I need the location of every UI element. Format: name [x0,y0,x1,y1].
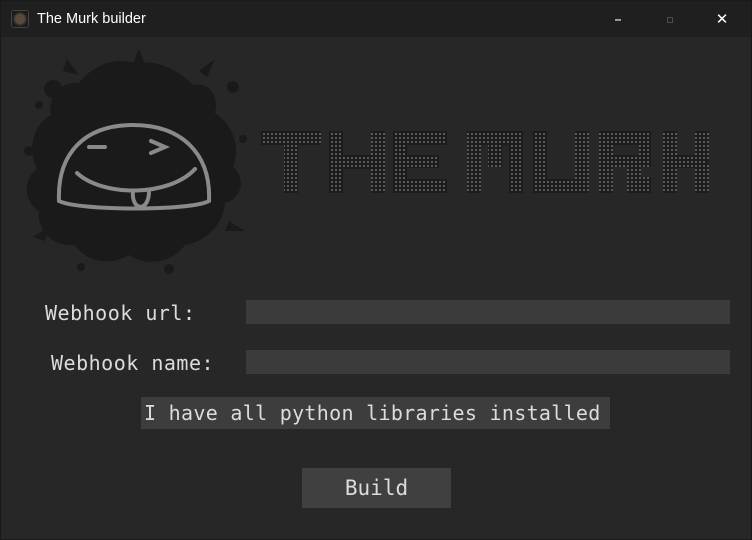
app-window: The Murk builder – ▫ ✕ Webhook url: Webh… [0,0,752,540]
minimize-button[interactable]: – [595,1,641,37]
maximize-button[interactable]: ▫ [647,1,693,37]
close-button[interactable]: ✕ [699,1,745,37]
main-content: Webhook url: Webhook name: I have all py… [1,37,751,539]
webhook-url-input[interactable] [246,300,730,324]
window-title: The Murk builder [37,11,146,27]
libraries-installed-checkbox[interactable]: I have all python libraries installed [141,397,610,429]
murk-title-logo [261,131,709,193]
build-button[interactable]: Build [302,468,451,508]
webhook-url-label: Webhook url: [45,301,196,325]
webhook-name-input[interactable] [246,350,730,374]
webhook-name-label: Webhook name: [51,351,215,375]
title-bar[interactable]: The Murk builder – ▫ ✕ [1,1,751,37]
libraries-installed-label: I have all python libraries installed [144,401,601,425]
murk-app-icon [11,10,29,28]
murk-splat-face-logo [24,49,247,274]
